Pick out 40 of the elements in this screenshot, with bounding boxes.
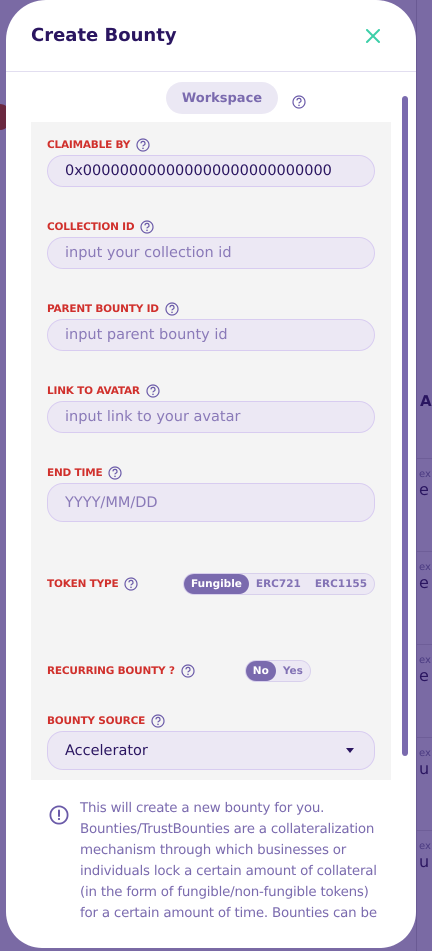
option-button[interactable]: Fungible (184, 574, 249, 594)
help-icon[interactable] (292, 95, 306, 109)
input-field[interactable]: input parent bounty id (47, 319, 375, 351)
page-text: e (419, 480, 430, 499)
field-label: PARENT BOUNTY ID (47, 303, 159, 315)
field-label: COLLECTION ID (47, 221, 134, 233)
field-label: TOKEN TYPE (47, 578, 118, 590)
help-icon[interactable] (108, 466, 122, 480)
help-icon[interactable] (124, 577, 138, 591)
field-label: RECURRING BOUNTY ? (47, 665, 175, 677)
help-icon[interactable] (146, 384, 160, 398)
option-button[interactable]: No (246, 661, 276, 681)
help-icon[interactable] (136, 138, 150, 152)
field-label: BOUNTY SOURCE (47, 715, 146, 727)
date-field[interactable]: YYYY/MM/DD (47, 483, 375, 522)
input-field[interactable]: input link to your avatar (47, 401, 375, 433)
page-text: A (419, 392, 432, 412)
page-text: u (419, 759, 430, 778)
info-text: This will create a new bounty for you. Bounties/TrustBounties are a collateralization mechanism through which businesses or individuals lock a certain amount of collateral (in the form of fungible/non-fungible tokens) for a certain amount of time. Bounties can be (80, 800, 378, 923)
option-button[interactable]: ERC721 (248, 574, 308, 594)
dialog-title: Create Bounty (31, 25, 177, 46)
field-label: CLAIMABLE BY (47, 139, 130, 151)
input-field[interactable]: 0x000000000000000000000000000 (47, 155, 375, 187)
scrollbar[interactable] (402, 96, 408, 756)
help-icon[interactable] (180, 664, 195, 678)
option-button[interactable]: Yes (276, 661, 310, 681)
page-text: e (419, 666, 430, 685)
field-label: END TIME (47, 467, 102, 479)
help-icon[interactable] (151, 714, 166, 728)
workspace-button[interactable]: Workspace (166, 82, 278, 114)
help-icon[interactable] (164, 302, 179, 316)
select-field[interactable]: Accelerator (47, 731, 375, 770)
page-text: u (419, 852, 430, 871)
field-label: LINK TO AVATAR (47, 385, 140, 397)
page-text: e (419, 573, 430, 592)
option-button[interactable]: ERC1155 (308, 574, 374, 594)
help-icon[interactable] (140, 220, 154, 234)
info-icon (49, 805, 69, 825)
input-field[interactable]: input your collection id (47, 237, 375, 269)
caret-icon (346, 748, 354, 753)
